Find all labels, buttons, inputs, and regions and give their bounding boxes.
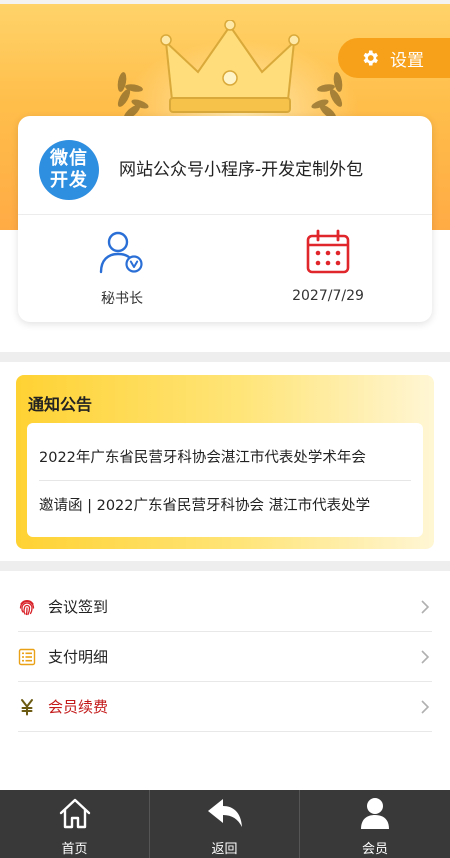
role-stat: 秘书长 bbox=[32, 228, 212, 308]
chevron-right-icon bbox=[421, 650, 430, 664]
chevron-right-icon bbox=[421, 700, 430, 714]
bottom-nav: 首页 返回 会员 bbox=[0, 790, 450, 858]
nav-back[interactable]: 返回 bbox=[150, 790, 300, 858]
notice-panel: 通知公告 2022年广东省民营牙科协会湛江市代表处学术年会 邀请函 | 2022… bbox=[16, 375, 434, 549]
nav-member-label: 会员 bbox=[361, 842, 388, 857]
user-badge-icon bbox=[99, 231, 143, 274]
calendar-icon bbox=[306, 229, 350, 274]
list-icon bbox=[18, 648, 36, 666]
role-label: 秘书长 bbox=[101, 291, 143, 307]
org-logo: 微信 开发 bbox=[39, 140, 99, 200]
menu-item-renewal[interactable]: 会员续费 bbox=[18, 682, 432, 732]
menu-item-payment-details[interactable]: 支付明细 bbox=[18, 632, 432, 682]
card-divider bbox=[18, 214, 432, 215]
notice-item[interactable]: 邀请函 | 2022广东省民营牙科协会 湛江市代表处学 bbox=[39, 481, 411, 527]
user-icon bbox=[361, 798, 389, 829]
fingerprint-icon bbox=[18, 598, 36, 616]
yuan-icon bbox=[18, 698, 36, 716]
org-logo-line2: 开发 bbox=[50, 170, 88, 191]
settings-label: 设置 bbox=[390, 50, 424, 71]
nav-home-label: 首页 bbox=[61, 842, 88, 857]
org-logo-line1: 微信 bbox=[50, 148, 88, 169]
menu-item-checkin[interactable]: 会议签到 bbox=[18, 582, 432, 632]
nav-back-label: 返回 bbox=[211, 842, 238, 857]
notice-title: 通知公告 bbox=[28, 395, 93, 414]
menu-label-payment: 支付明细 bbox=[48, 648, 109, 666]
home-icon bbox=[59, 798, 90, 829]
notice-list: 2022年广东省民营牙科协会湛江市代表处学术年会 邀请函 | 2022广东省民营… bbox=[27, 423, 423, 537]
nav-home[interactable]: 首页 bbox=[0, 790, 150, 858]
org-name: 网站公众号小程序-开发定制外包 bbox=[119, 160, 364, 180]
settings-button[interactable]: 设置 bbox=[338, 38, 450, 78]
section-separator bbox=[0, 561, 450, 571]
chevron-right-icon bbox=[421, 600, 430, 614]
menu-label-renewal: 会员续费 bbox=[48, 698, 109, 716]
date-stat: 2027/7/29 bbox=[238, 228, 418, 304]
menu-label-checkin: 会议签到 bbox=[48, 598, 109, 616]
nav-member[interactable]: 会员 bbox=[300, 790, 450, 858]
section-separator bbox=[0, 352, 450, 362]
date-label: 2027/7/29 bbox=[292, 288, 364, 304]
gear-icon bbox=[363, 50, 378, 66]
notice-item[interactable]: 2022年广东省民营牙科协会湛江市代表处学术年会 bbox=[39, 433, 411, 479]
profile-card: 微信 开发 网站公众号小程序-开发定制外包 秘书长 2027/7/29 bbox=[18, 116, 432, 322]
back-arrow-icon bbox=[207, 799, 242, 827]
crown-icon bbox=[117, 20, 343, 120]
